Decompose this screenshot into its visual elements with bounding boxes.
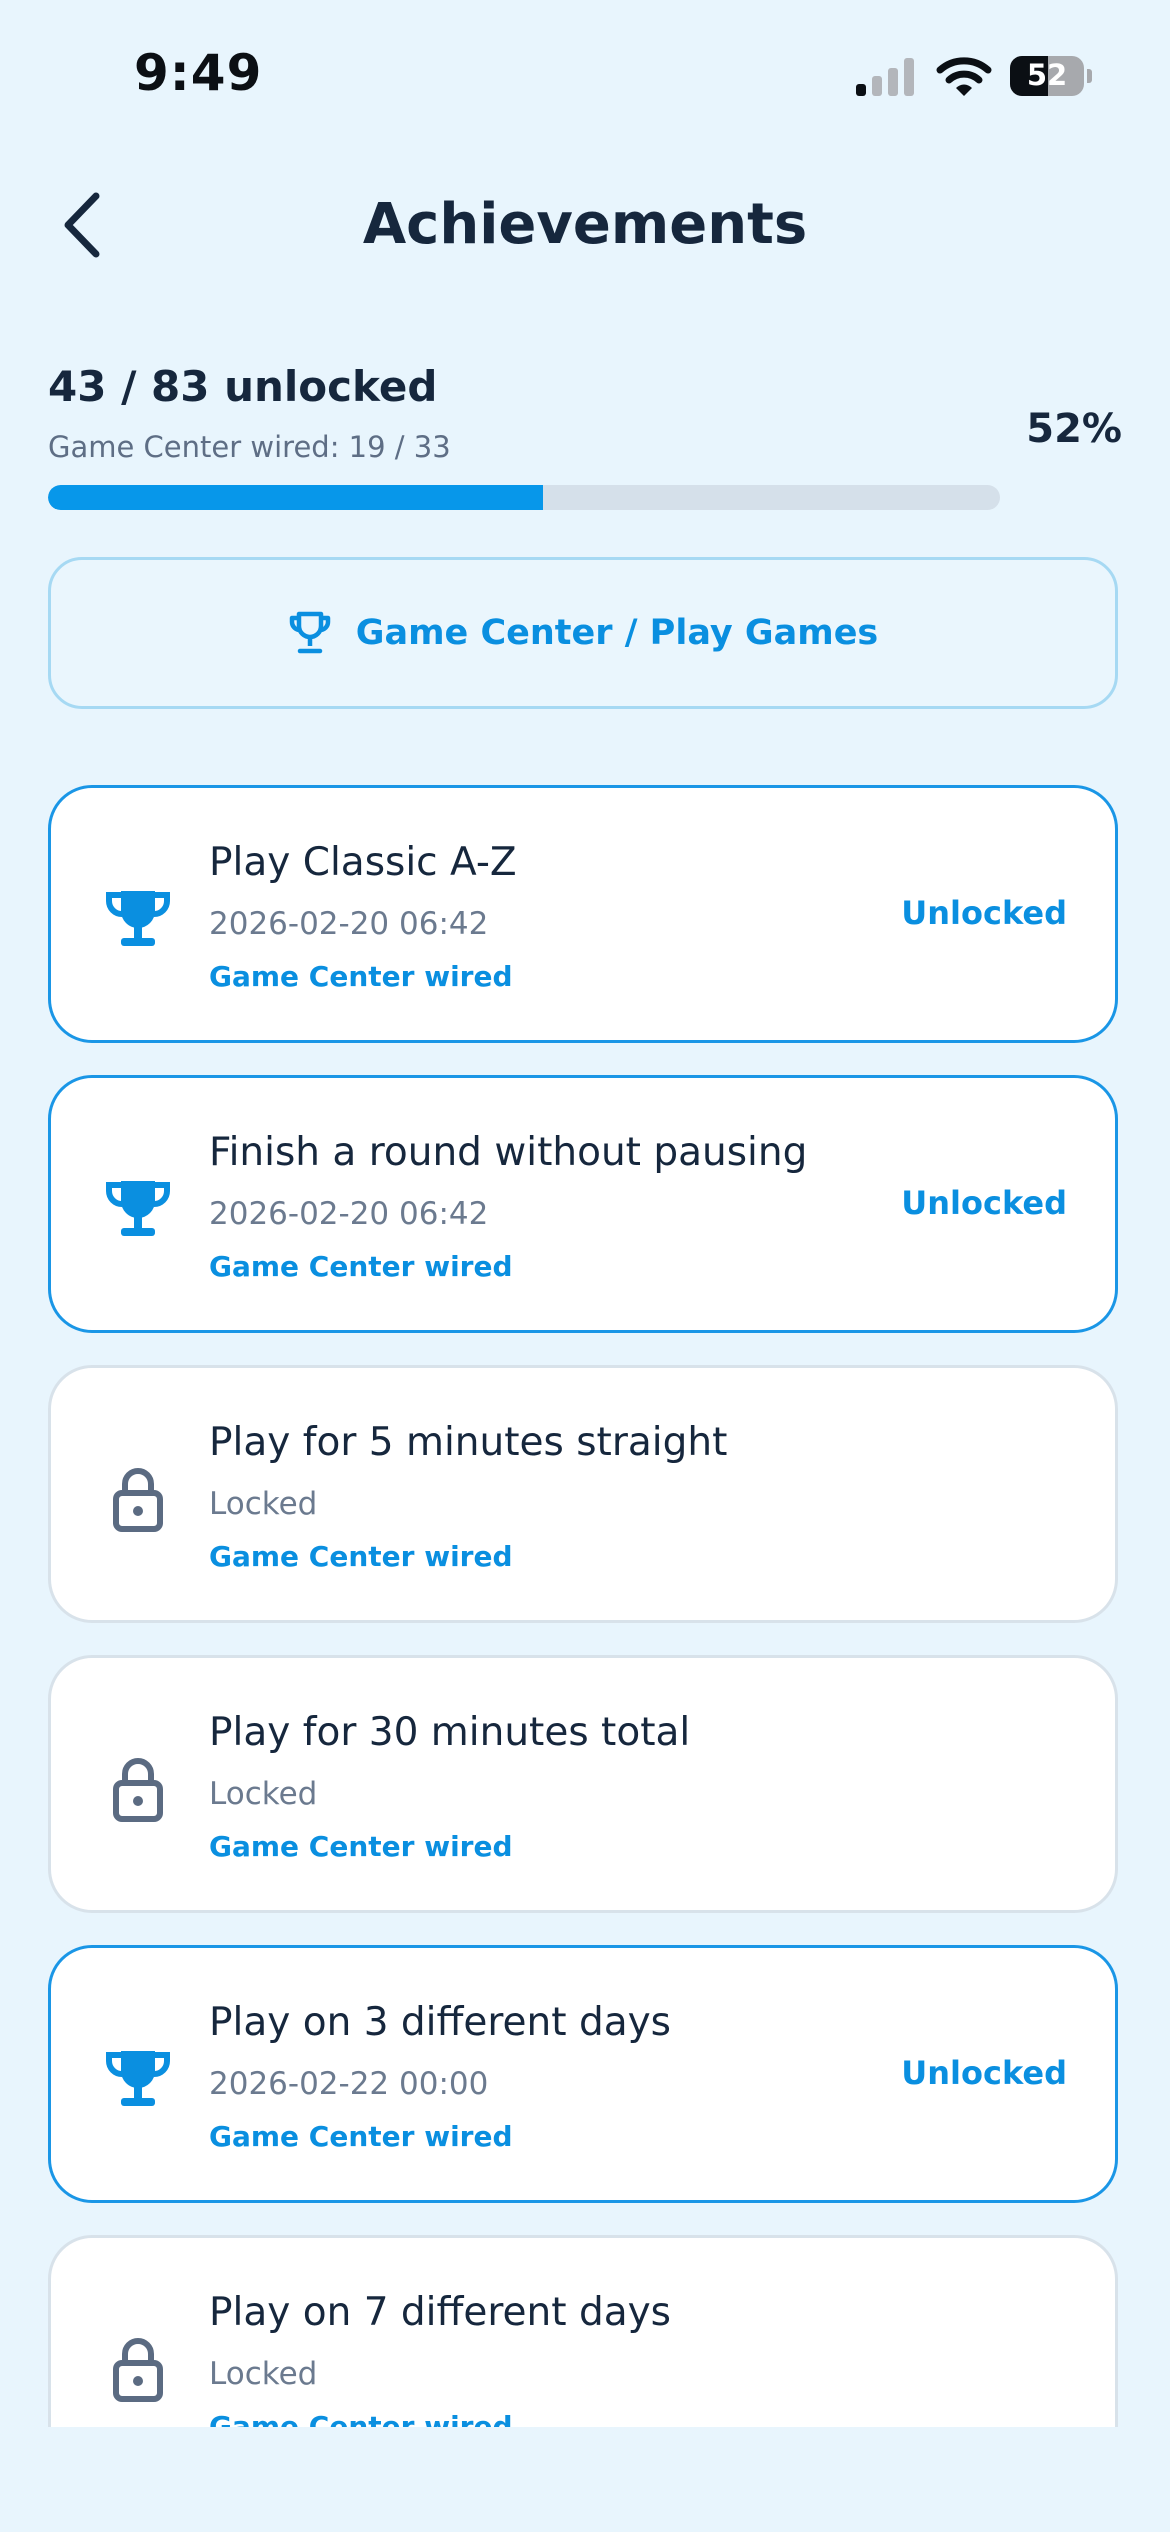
game-center-wired-label: Game Center wired <box>209 1540 513 1573</box>
game-center-wired-label: Game Center wired <box>209 2120 513 2153</box>
wifi-icon <box>936 57 992 96</box>
achievement-name: Play on 7 different days <box>209 2290 672 2335</box>
achievement-progress-bar <box>48 485 1000 510</box>
cellular-signal-icon <box>856 58 916 96</box>
game-center-wired-label: Game Center wired <box>209 960 513 993</box>
achievement-name: Play on 3 different days <box>209 2000 672 2045</box>
achievement-locked-label: Locked <box>209 2356 318 2392</box>
achievement-card[interactable]: Play on 3 different days 2026-02-22 00:00… <box>48 1945 1118 2203</box>
achievement-status: Unlocked <box>901 894 1067 932</box>
status-time: 9:49 <box>134 44 263 102</box>
trophy-icon <box>103 1173 173 1243</box>
achievement-name: Play for 5 minutes straight <box>209 1420 728 1465</box>
achievement-name: Play for 30 minutes total <box>209 1710 691 1755</box>
achievement-card[interactable]: Finish a round without pausing 2026-02-20… <box>48 1075 1118 1333</box>
lock-icon <box>103 1463 173 1533</box>
lock-icon <box>103 1753 173 1823</box>
battery-cap <box>1087 69 1092 83</box>
game-center-button[interactable]: Game Center / Play Games <box>48 557 1118 709</box>
game-center-button-label: Game Center / Play Games <box>355 613 879 653</box>
achievement-list[interactable]: Play Classic A-Z 2026-02-20 06:42 Game Cen… <box>48 785 1122 2427</box>
page-title: Achievements <box>362 192 808 257</box>
completion-percent: 52% <box>1026 406 1122 452</box>
achievement-name: Finish a round without pausing <box>209 1130 808 1175</box>
achievement-locked-label: Locked <box>209 1776 318 1812</box>
game-center-wired-count: Game Center wired: 19 / 33 <box>48 430 451 464</box>
battery-icon: 52 <box>1010 56 1084 96</box>
achievement-date: 2026-02-20 06:42 <box>209 906 489 942</box>
trophy-icon <box>103 2043 173 2113</box>
achievement-locked-label: Locked <box>209 1486 318 1522</box>
achievement-card[interactable]: Play for 5 minutes straight Locked Game Ce… <box>48 1365 1118 1623</box>
achievement-status: Unlocked <box>901 2054 1067 2092</box>
status-bar: 9:49 52 <box>0 0 1170 150</box>
unlocked-count: 43 / 83 unlocked <box>48 362 438 411</box>
achievement-card[interactable]: Play Classic A-Z 2026-02-20 06:42 Game Cen… <box>48 785 1118 1043</box>
achievement-status: Unlocked <box>901 1184 1067 1222</box>
game-center-wired-label: Game Center wired <box>209 2410 513 2427</box>
achievement-date: 2026-02-22 00:00 <box>209 2066 489 2102</box>
progress-fill <box>48 485 544 510</box>
achievement-date: 2026-02-20 06:42 <box>209 1196 489 1232</box>
achievement-name: Play Classic A-Z <box>209 840 517 885</box>
game-center-wired-label: Game Center wired <box>209 1250 513 1283</box>
trophy-icon <box>103 883 173 953</box>
lock-icon <box>103 2333 173 2403</box>
achievement-card[interactable]: Play for 30 minutes total Locked Game Cent… <box>48 1655 1118 1913</box>
achievement-card[interactable]: Play on 7 different days Locked Game Cente… <box>48 2235 1118 2427</box>
battery-level: 52 <box>1026 58 1068 92</box>
trophy-outline-icon <box>289 611 330 654</box>
game-center-wired-label: Game Center wired <box>209 1830 513 1863</box>
